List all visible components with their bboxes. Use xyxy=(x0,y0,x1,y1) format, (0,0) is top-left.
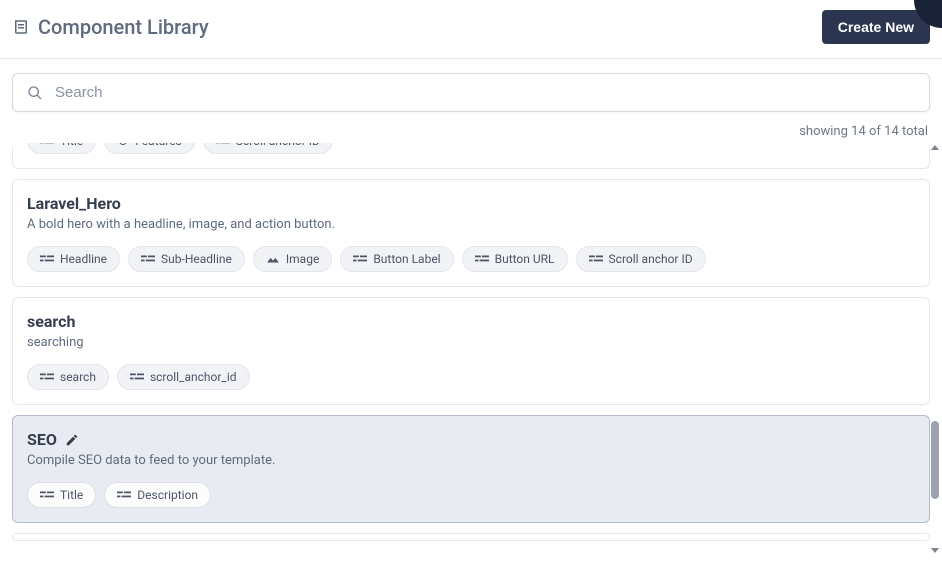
scroll-up-icon[interactable] xyxy=(931,145,939,150)
header: Component Library Create New xyxy=(0,0,942,59)
component-list: Title Features Scroll anchor ID Laravel_He… xyxy=(12,143,930,555)
field-pill: search xyxy=(27,364,109,390)
create-new-button[interactable]: Create New xyxy=(822,10,930,44)
card-title: Laravel_Hero xyxy=(27,194,915,213)
field-pill: Button Label xyxy=(340,246,453,272)
component-card[interactable] xyxy=(12,533,930,541)
scroll-down-icon[interactable] xyxy=(931,548,939,553)
field-pill: Scroll anchor ID xyxy=(203,143,333,154)
card-description: searching xyxy=(27,335,915,350)
card-description: A bold hero with a headline, image, and … xyxy=(27,217,915,232)
field-pill: Sub-Headline xyxy=(128,246,245,272)
field-pill: Title xyxy=(27,482,96,508)
component-card-search[interactable]: search searching search scroll_anchor_id xyxy=(12,297,930,405)
edit-icon[interactable] xyxy=(65,433,79,447)
search-input[interactable] xyxy=(55,84,915,101)
field-pill: Description xyxy=(104,482,211,508)
field-pill: Image xyxy=(253,246,332,272)
field-pill: Features xyxy=(104,143,194,154)
search-box[interactable] xyxy=(12,73,930,112)
component-card[interactable]: Title Features Scroll anchor ID xyxy=(12,143,930,169)
card-title: SEO xyxy=(27,430,915,449)
search-icon xyxy=(27,85,43,101)
component-card-laravel-hero[interactable]: Laravel_Hero A bold hero with a headline… xyxy=(12,179,930,287)
component-card-seo[interactable]: SEO Compile SEO data to feed to your tem… xyxy=(12,415,930,523)
field-pill: Button URL xyxy=(462,246,568,272)
scroll-thumb[interactable] xyxy=(931,421,939,499)
card-title: search xyxy=(27,312,915,331)
card-description: Compile SEO data to feed to your templat… xyxy=(27,453,915,468)
scrollbar[interactable] xyxy=(930,143,940,555)
field-pill: Headline xyxy=(27,246,120,272)
field-pill: Title xyxy=(27,143,96,154)
library-icon xyxy=(12,18,30,36)
field-pill: scroll_anchor_id xyxy=(117,364,250,390)
result-count: showing 14 of 14 total xyxy=(0,118,942,143)
field-pill: Scroll anchor ID xyxy=(576,246,706,272)
page-title: Component Library xyxy=(38,15,209,39)
